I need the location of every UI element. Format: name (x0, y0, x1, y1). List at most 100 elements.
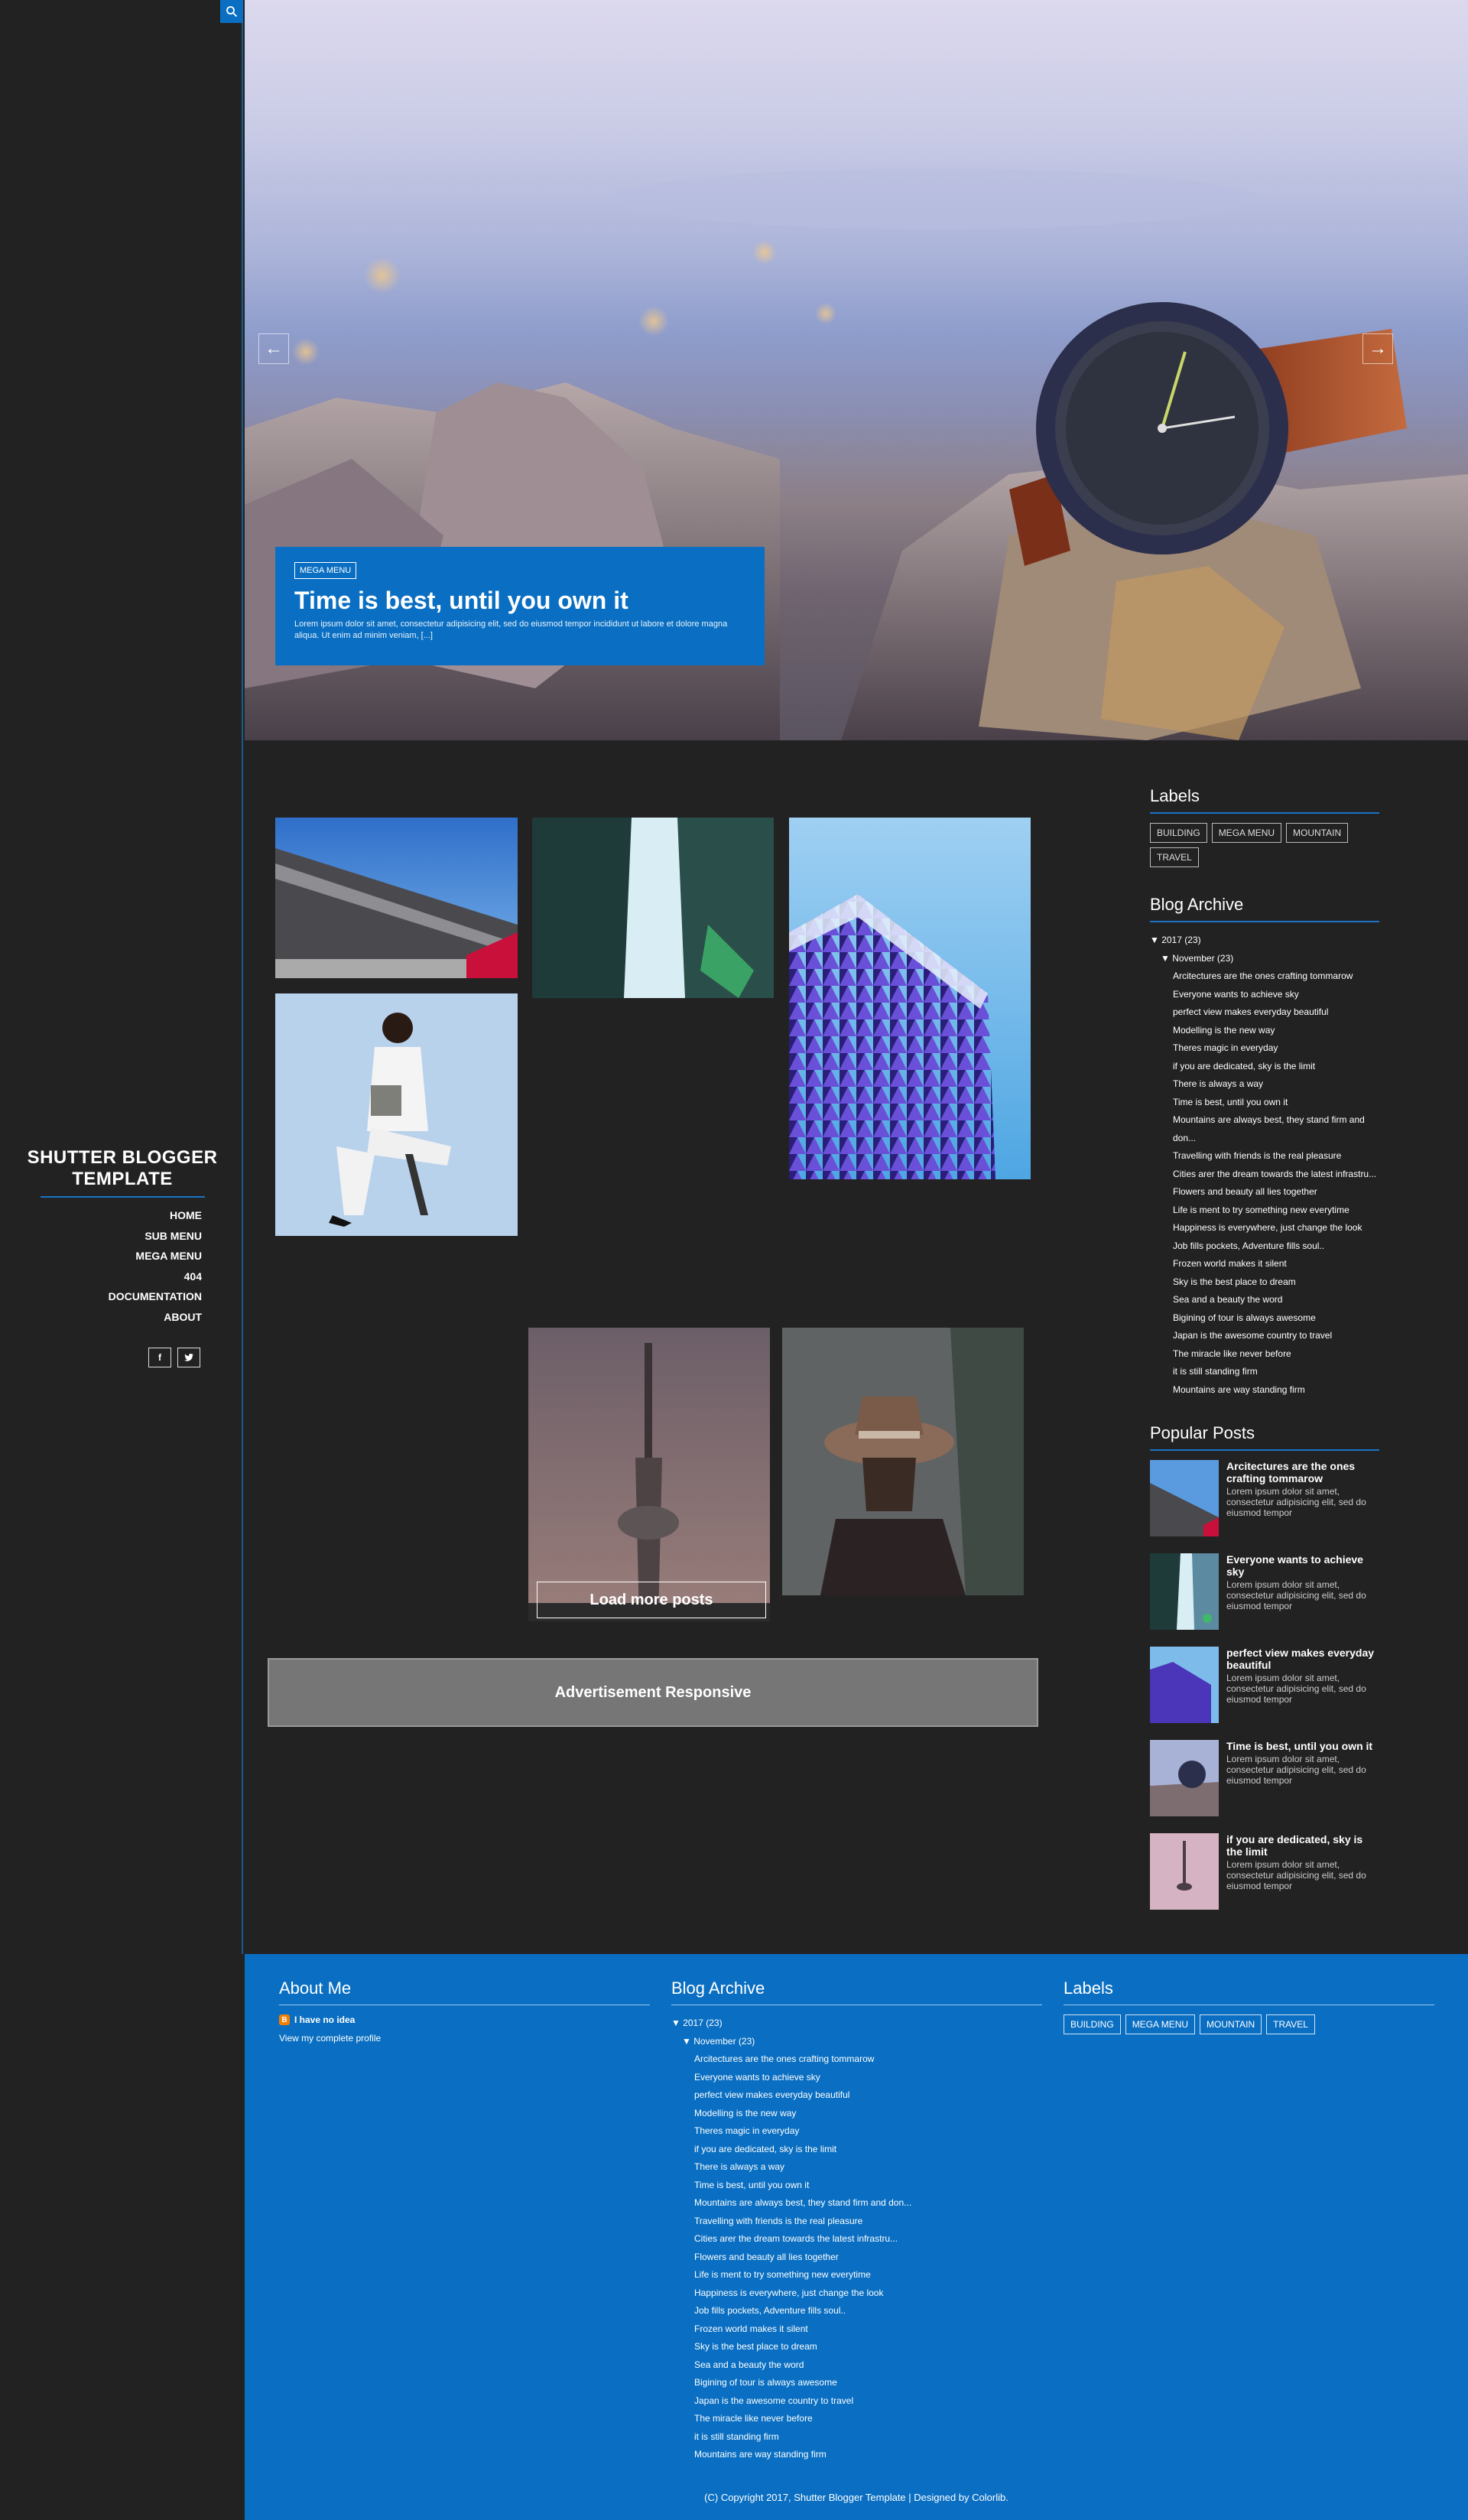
archive-post-link[interactable]: it is still standing firm (671, 2428, 1042, 2447)
label-travel[interactable]: TRAVEL (1150, 847, 1199, 867)
profile-name[interactable]: I have no idea (294, 2014, 355, 2025)
popular-post-thumbnail[interactable] (1150, 1460, 1219, 1536)
archive-post-link[interactable]: Mountains are always best, they stand fi… (671, 2194, 1042, 2213)
search-button[interactable] (220, 0, 243, 23)
archive-post-link[interactable]: The miracle like never before (1150, 1345, 1379, 1364)
post-tile-architecture[interactable] (275, 818, 518, 978)
archive-post-link[interactable]: Bigining of tour is always awesome (1150, 1309, 1379, 1328)
archive-post-link[interactable]: Japan is the awesome country to travel (1150, 1327, 1379, 1345)
menu-item-sub-menu[interactable]: SUB MENU (109, 1226, 202, 1247)
label-building[interactable]: BUILDING (1064, 2014, 1121, 2034)
archive-post-link[interactable]: Everyone wants to achieve sky (671, 2069, 1042, 2087)
label-mountain[interactable]: MOUNTAIN (1286, 823, 1349, 843)
archive-post-link[interactable]: if you are dedicated, sky is the limit (671, 2141, 1042, 2159)
menu-item-home[interactable]: HOME (109, 1205, 202, 1226)
popular-post[interactable]: if you are dedicated, sky is the limit Lo… (1150, 1833, 1379, 1910)
facebook-icon[interactable]: f (148, 1348, 171, 1367)
post-tile-glass-tower[interactable] (532, 818, 774, 998)
archive-post-link[interactable]: Flowers and beauty all lies together (1150, 1183, 1379, 1201)
archive-post-link[interactable]: Job fills pockets, Adventure fills soul.… (1150, 1237, 1379, 1256)
label-mega-menu[interactable]: MEGA MENU (1211, 823, 1282, 843)
archive-post-link[interactable]: Arcitectures are the ones crafting tomma… (671, 2050, 1042, 2069)
archive-month-toggle[interactable]: ▼ November (23) (671, 2033, 1042, 2051)
footer-labels-title: Labels (1064, 1979, 1113, 1998)
archive-post-link[interactable]: Time is best, until you own it (671, 2177, 1042, 2195)
archive-post-link[interactable]: Life is ment to try something new everyt… (1150, 1201, 1379, 1220)
popular-post-thumbnail[interactable] (1150, 1553, 1219, 1630)
popular-post-title[interactable]: if you are dedicated, sky is the limit (1226, 1833, 1379, 1858)
popular-post-title[interactable]: Time is best, until you own it (1226, 1740, 1379, 1752)
hero-title[interactable]: Time is best, until you own it (294, 587, 745, 614)
post-tile-blue-building[interactable] (789, 818, 1031, 1179)
archive-post-link[interactable]: There is always a way (671, 2158, 1042, 2177)
archive-post-link[interactable]: perfect view makes everyday beautiful (671, 2086, 1042, 2105)
menu-item-about[interactable]: ABOUT (109, 1307, 202, 1328)
profile-link[interactable]: View my complete profile (279, 2033, 650, 2044)
hero-tag[interactable]: MEGA MENU (294, 562, 357, 579)
archive-post-link[interactable]: Modelling is the new way (671, 2105, 1042, 2123)
archive-post-link[interactable]: Frozen world makes it silent (1150, 1255, 1379, 1273)
label-travel[interactable]: TRAVEL (1266, 2014, 1315, 2034)
post-tile-tower[interactable] (528, 1328, 770, 1621)
archive-post-link[interactable]: Sky is the best place to dream (1150, 1273, 1379, 1292)
archive-post-link[interactable]: Job fills pockets, Adventure fills soul.… (671, 2302, 1042, 2320)
archive-post-link[interactable]: Travelling with friends is the real plea… (671, 2213, 1042, 2231)
load-more-button[interactable]: Load more posts (537, 1582, 766, 1618)
popular-post-thumbnail[interactable] (1150, 1647, 1219, 1723)
popular-post-thumbnail[interactable] (1150, 1833, 1219, 1910)
archive-post-link[interactable]: Cities arer the dream towards the latest… (1150, 1166, 1379, 1184)
archive-post-link[interactable]: perfect view makes everyday beautiful (1150, 1003, 1379, 1022)
archive-year-toggle[interactable]: ▼ 2017 (23) (1150, 932, 1379, 950)
slider-next-button[interactable]: → (1362, 333, 1393, 364)
archive-post-link[interactable]: There is always a way (1150, 1075, 1379, 1094)
archive-post-link[interactable]: Arcitectures are the ones crafting tomma… (1150, 967, 1379, 986)
site-brand[interactable]: SHUTTER BLOGGER TEMPLATE (23, 1147, 222, 1198)
popular-post[interactable]: Everyone wants to achieve sky Lorem ipsum… (1150, 1553, 1379, 1630)
label-mountain[interactable]: MOUNTAIN (1200, 2014, 1262, 2034)
post-tile-traveler[interactable] (782, 1328, 1024, 1595)
slider-prev-button[interactable]: ← (258, 333, 289, 364)
label-mega-menu[interactable]: MEGA MENU (1125, 2014, 1196, 2034)
archive-post-link[interactable]: Sea and a beauty the word (1150, 1291, 1379, 1309)
archive-post-link[interactable]: Bigining of tour is always awesome (671, 2374, 1042, 2392)
archive-year-toggle[interactable]: ▼ 2017 (23) (671, 2014, 1042, 2033)
archive-post-link[interactable]: Everyone wants to achieve sky (1150, 986, 1379, 1004)
archive-post-link[interactable]: Theres magic in everyday (671, 2122, 1042, 2141)
popular-post-title[interactable]: perfect view makes everyday beautiful (1226, 1647, 1379, 1671)
archive-post-link[interactable]: Flowers and beauty all lies together (671, 2248, 1042, 2267)
menu-item-404[interactable]: 404 (109, 1267, 202, 1287)
popular-post-thumbnail[interactable] (1150, 1740, 1219, 1816)
archive-post-link[interactable]: Modelling is the new way (1150, 1022, 1379, 1040)
archive-post-link[interactable]: Theres magic in everyday (1150, 1039, 1379, 1058)
archive-post-link[interactable]: Mountains are way standing firm (1150, 1381, 1379, 1400)
archive-post-link[interactable]: Frozen world makes it silent (671, 2320, 1042, 2339)
twitter-icon[interactable] (177, 1348, 200, 1367)
hero-slider[interactable]: ← → MEGA MENU Time is best, until you ow… (245, 0, 1468, 740)
popular-post[interactable]: perfect view makes everyday beautiful Lor… (1150, 1647, 1379, 1723)
archive-post-link[interactable]: Japan is the awesome country to travel (671, 2392, 1042, 2411)
archive-post-link[interactable]: Mountains are way standing firm (671, 2446, 1042, 2464)
archive-post-link[interactable]: Happiness is everywhere, just change the… (1150, 1219, 1379, 1237)
label-building[interactable]: BUILDING (1150, 823, 1207, 843)
archive-post-link[interactable]: Cities arer the dream towards the latest… (671, 2230, 1042, 2248)
popular-post-title[interactable]: Arcitectures are the ones crafting tomma… (1226, 1460, 1379, 1484)
archive-post-link[interactable]: Sea and a beauty the word (671, 2356, 1042, 2375)
popular-post-title[interactable]: Everyone wants to achieve sky (1226, 1553, 1379, 1578)
archive-month-toggle[interactable]: ▼ November (23) (1150, 950, 1379, 968)
post-tile-model[interactable] (275, 993, 518, 1236)
menu-item-documentation[interactable]: DOCUMENTATION (109, 1286, 202, 1307)
archive-post-link[interactable]: The miracle like never before (671, 2410, 1042, 2428)
advertisement-banner[interactable]: Advertisement Responsive (268, 1658, 1038, 1727)
popular-post[interactable]: Arcitectures are the ones crafting tomma… (1150, 1460, 1379, 1536)
archive-post-link[interactable]: Sky is the best place to dream (671, 2338, 1042, 2356)
menu-item-mega-menu[interactable]: MEGA MENU (109, 1246, 202, 1267)
archive-post-link[interactable]: Travelling with friends is the real plea… (1150, 1147, 1379, 1166)
archive-post-link[interactable]: if you are dedicated, sky is the limit (1150, 1058, 1379, 1076)
archive-post-link[interactable]: Happiness is everywhere, just change the… (671, 2284, 1042, 2303)
archive-post-link[interactable]: it is still standing firm (1150, 1363, 1379, 1381)
archive-post-link[interactable]: Life is ment to try something new everyt… (671, 2266, 1042, 2284)
archive-post-link[interactable]: Time is best, until you own it (1150, 1094, 1379, 1112)
hero-caption[interactable]: MEGA MENU Time is best, until you own it… (275, 547, 765, 665)
archive-post-link[interactable]: Mountains are always best, they stand fi… (1150, 1111, 1379, 1147)
popular-post[interactable]: Time is best, until you own it Lorem ipsu… (1150, 1740, 1379, 1816)
